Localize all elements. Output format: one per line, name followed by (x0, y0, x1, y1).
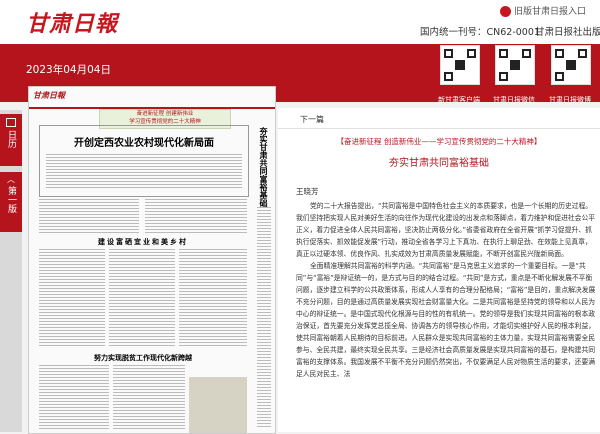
text-block (39, 365, 109, 431)
qr-code-app (440, 45, 480, 85)
qr-label-wechat: 甘肃日报微信 (493, 96, 535, 104)
chevron-up-icon: ︿ (7, 175, 15, 184)
paper-masthead-text: 甘肃日報 (33, 91, 65, 100)
calendar-icon (6, 118, 16, 127)
legacy-entry-link[interactable]: 旧版甘肃日报入口 (500, 4, 586, 17)
headline-article-box[interactable]: 开创定西农业农村现代化新局面 (39, 125, 249, 197)
article-title: 夯实甘肃共同富裕基础 (389, 158, 489, 169)
page-tab-label: 第一版 (6, 186, 16, 213)
paper-masthead: 甘肃日報 (29, 87, 275, 109)
article-panel: 下一篇 【奋进新征程 创造新伟业——学习宣传贯彻党的二十大精神】 夯实甘肃共同富… (278, 108, 600, 432)
text-block (39, 249, 105, 347)
qr-label-weibo: 甘肃日报微博 (549, 96, 591, 104)
cn-number: 国内统一刊号：CN62-0001 (420, 27, 540, 38)
divider (278, 128, 600, 129)
text-block (46, 154, 242, 190)
paper-vertical-title[interactable]: 夯实甘肃共同富裕基础 (257, 127, 269, 207)
text-block (179, 249, 247, 347)
article-author: 王晓芳 (296, 187, 319, 196)
next-article-link[interactable]: 下一篇 (300, 114, 324, 125)
site-logo[interactable]: 甘肃日報 (26, 6, 118, 38)
text-block (113, 365, 185, 431)
legacy-entry-label: 旧版甘肃日报入口 (514, 7, 587, 17)
paper-subhead-2[interactable]: 努力实现脱贫工作现代化新跨越 (39, 353, 247, 363)
left-sidebar: 日历 ︿ 第一版 (0, 110, 22, 432)
article-kicker: 【奋进新征程 创造新伟业——学习宣传贯彻党的二十大精神】 (336, 137, 542, 146)
publisher-label: 甘肃日报社出版 (535, 27, 600, 38)
legacy-entry-icon (500, 6, 511, 17)
paper-subhead-1[interactable]: 建设富硒宜业和美乡村 (39, 237, 247, 247)
calendar-tab[interactable]: 日历 (0, 114, 22, 166)
newspaper-page-image[interactable]: 甘肃日報 奋进新征程 创建新伟业 学习宣传贯彻党的二十大精神 开创定西农业农村现… (28, 86, 276, 434)
article-paragraph: 全面精准理解共同富裕的科学内涵。“共同富裕”是马克思主义追求的一个重要目标。一是… (296, 262, 596, 378)
qr-code-weibo (551, 45, 591, 85)
text-block (145, 199, 247, 233)
page-tab[interactable]: ︿ 第一版 (0, 172, 22, 232)
paper-headline: 开创定西农业农村现代化新局面 (74, 138, 214, 149)
text-block (109, 249, 175, 347)
top-header: 甘肃日報 旧版甘肃日报入口 国内统一刊号：CN62-0001 甘肃日报社出版 (0, 0, 600, 44)
text-block (39, 199, 139, 233)
issue-date: 2023年04月04日 (26, 64, 111, 76)
text-block (257, 207, 271, 427)
banner-line-1: 奋进新征程 创建新伟业 (136, 111, 194, 117)
calendar-tab-label: 日历 (6, 130, 16, 148)
paper-photo (189, 377, 247, 433)
qr-code-wechat (495, 45, 535, 85)
qr-label-app: 新甘肃客户端 (438, 96, 480, 104)
article-paragraph: 党的二十大报告提出，“共同富裕是中国特色社会主义的本质要求，也是一个长期的历史过… (296, 202, 596, 258)
